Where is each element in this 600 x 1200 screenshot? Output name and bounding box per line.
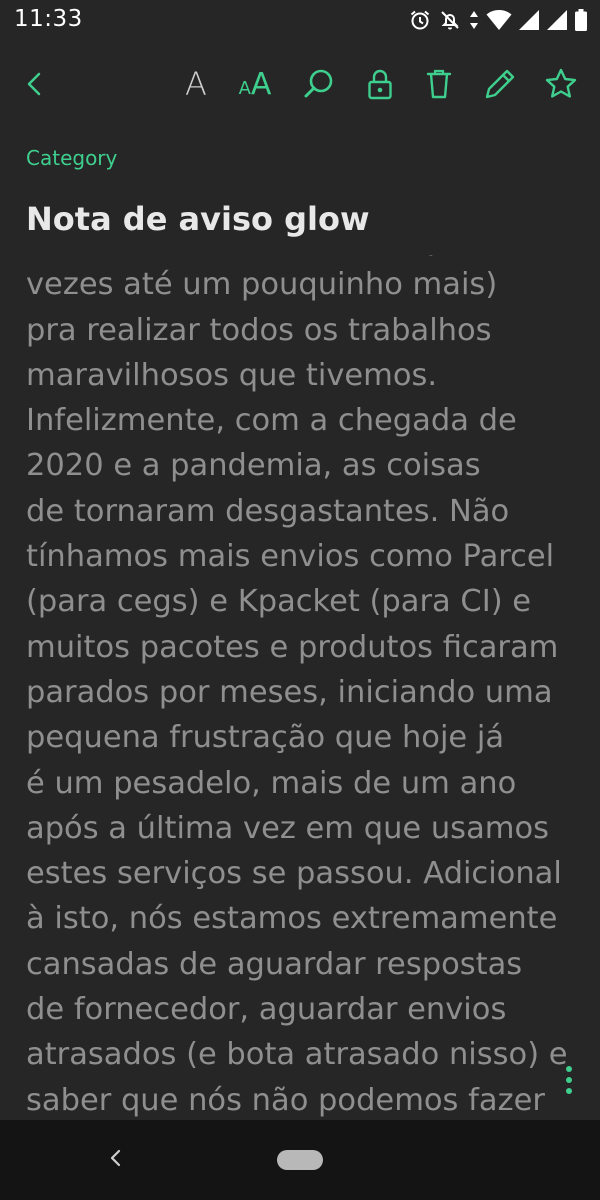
nav-back-button[interactable] (100, 1144, 132, 1176)
favorite-button[interactable] (537, 60, 585, 108)
note-body-line: maravilhosos que tivemos. (26, 357, 438, 393)
note-body-line: de fornecedor, aguardar envios (26, 992, 507, 1028)
note-body: Nós dedicamos muito tempo (muitas vezes a… (26, 255, 596, 1120)
signal-icon (546, 9, 568, 31)
search-icon (302, 67, 336, 101)
note-body-line: após a última vez em que usamos (26, 810, 550, 846)
font-size-small-letter: A (238, 77, 251, 99)
note-body-line: é um pesadelo, mais de um ano (26, 765, 517, 801)
note-body-line: (para cegs) e Kpacket (para CI) e (26, 584, 532, 620)
note-category[interactable]: Category (26, 146, 117, 170)
alarm-icon (408, 8, 432, 32)
note-body-line: pra realizar todos os trabalhos (26, 312, 492, 348)
note-body-line: vezes até um pouquinho mais) (26, 267, 498, 303)
note-toolbar: A AA (0, 52, 600, 116)
nav-back-icon (106, 1148, 126, 1172)
note-body-line: tínhamos mais envios como Parcel (26, 539, 555, 575)
note-body-line: à isto, nós estamos extremamente (26, 901, 558, 937)
status-bar: 11:33 (0, 0, 600, 42)
lock-button[interactable] (356, 60, 404, 108)
status-icons (408, 7, 588, 33)
note-body-line: estes serviços se passou. Adicional (26, 856, 562, 892)
note-body-line: 2020 e a pandemia, as coisas (26, 448, 481, 484)
edit-button[interactable] (476, 60, 524, 108)
back-arrow-icon (21, 70, 49, 98)
note-body-line: Nós dedicamos muito tempo (muitas (26, 255, 596, 262)
lock-icon (366, 68, 394, 100)
font-style-label: A (185, 65, 207, 103)
system-nav-bar (0, 1120, 600, 1200)
data-arrows-icon (468, 8, 480, 32)
note-title: Nota de aviso glow (26, 200, 370, 238)
home-pill-icon[interactable] (277, 1150, 323, 1170)
note-body-line: de tornaram desgastantes. Não (26, 493, 510, 529)
note-body-viewport[interactable]: Nós dedicamos muito tempo (muitas vezes a… (0, 255, 600, 1120)
note-screen: 11:33 A A A Category Nota de aviso glow … (0, 0, 600, 1200)
battery-icon (574, 8, 588, 32)
note-body-line: pequena frustração que hoje já (26, 720, 505, 756)
font-size-label: AA (239, 67, 272, 102)
font-size-big-letter: A (250, 66, 272, 102)
search-button[interactable] (295, 60, 343, 108)
star-icon (544, 67, 578, 101)
font-style-button[interactable]: A (172, 60, 220, 108)
note-body-line: atrasados (e bota atrasado nisso) e (26, 1037, 568, 1073)
signal-icon (518, 9, 540, 31)
pencil-icon (483, 67, 517, 101)
note-body-line: cansadas de aguardar respostas (26, 946, 523, 982)
note-body-line: muitos pacotes e produtos ficaram (26, 629, 559, 665)
font-size-button[interactable]: AA (231, 60, 279, 108)
notifications-off-icon (438, 8, 462, 32)
delete-button[interactable] (415, 60, 463, 108)
note-body-line: Infelizmente, com a chegada de (26, 403, 517, 439)
back-button[interactable] (11, 60, 59, 108)
wifi-icon (486, 9, 512, 31)
scroll-handle[interactable] (566, 1066, 574, 1094)
status-time: 11:33 (14, 6, 83, 32)
trash-icon (425, 68, 453, 100)
note-body-line: saber que nós não podemos fazer (26, 1082, 545, 1118)
note-body-line: parados por meses, iniciando uma (26, 674, 553, 710)
